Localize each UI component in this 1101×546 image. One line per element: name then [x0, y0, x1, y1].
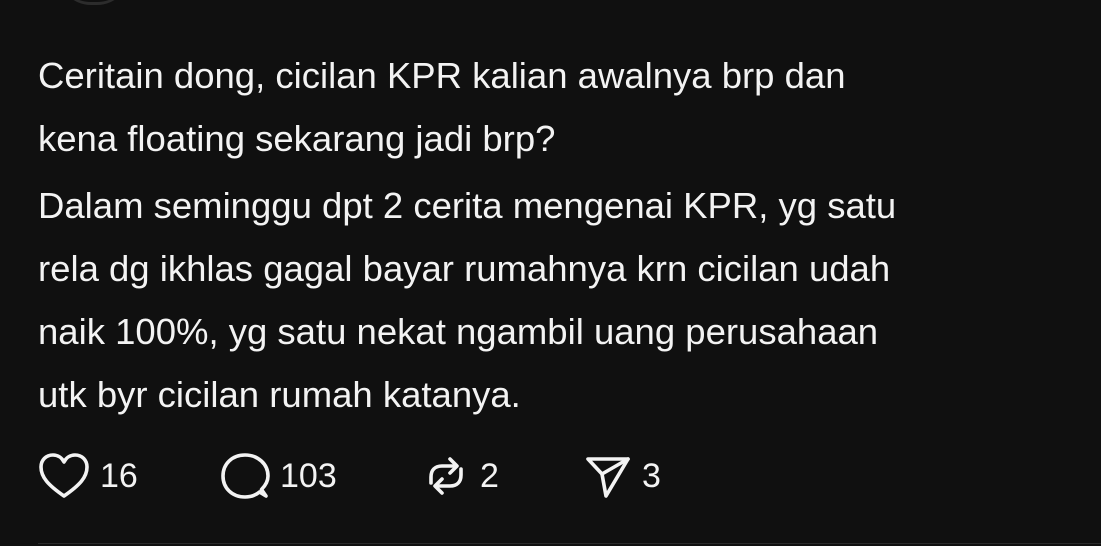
post-line: utk byr cicilan rumah katanya.	[38, 374, 521, 415]
avatar[interactable]	[58, 0, 130, 5]
like-count: 16	[100, 457, 138, 495]
reply-button[interactable]: 103	[220, 451, 337, 501]
repost-button[interactable]: 2	[422, 451, 499, 501]
post-divider	[38, 543, 1101, 544]
comment-bubble-icon	[220, 451, 270, 501]
reply-count: 103	[280, 457, 337, 495]
post-paragraph: Dalam seminggu dpt 2 cerita mengenai KPR…	[38, 174, 1101, 426]
repost-arrows-icon	[422, 452, 470, 500]
repost-count: 2	[480, 457, 499, 495]
post-line: Ceritain dong, cicilan KPR kalian awalny…	[38, 55, 846, 96]
post-line: naik 100%, yg satu nekat ngambil uang pe…	[38, 311, 879, 352]
post-line: rela dg ikhlas gagal bayar rumahnya krn …	[38, 248, 891, 289]
post-line: Dalam seminggu dpt 2 cerita mengenai KPR…	[38, 185, 897, 226]
heart-icon	[38, 452, 90, 500]
post-body: Ceritain dong, cicilan KPR kalian awalny…	[38, 44, 1101, 426]
post-line: kena floating sekarang jadi brp?	[38, 118, 556, 159]
share-count: 3	[642, 457, 661, 495]
post-paragraph: Ceritain dong, cicilan KPR kalian awalny…	[38, 44, 1101, 170]
like-button[interactable]: 16	[38, 451, 138, 501]
send-paper-plane-icon	[584, 452, 632, 500]
share-button[interactable]: 3	[584, 451, 661, 501]
